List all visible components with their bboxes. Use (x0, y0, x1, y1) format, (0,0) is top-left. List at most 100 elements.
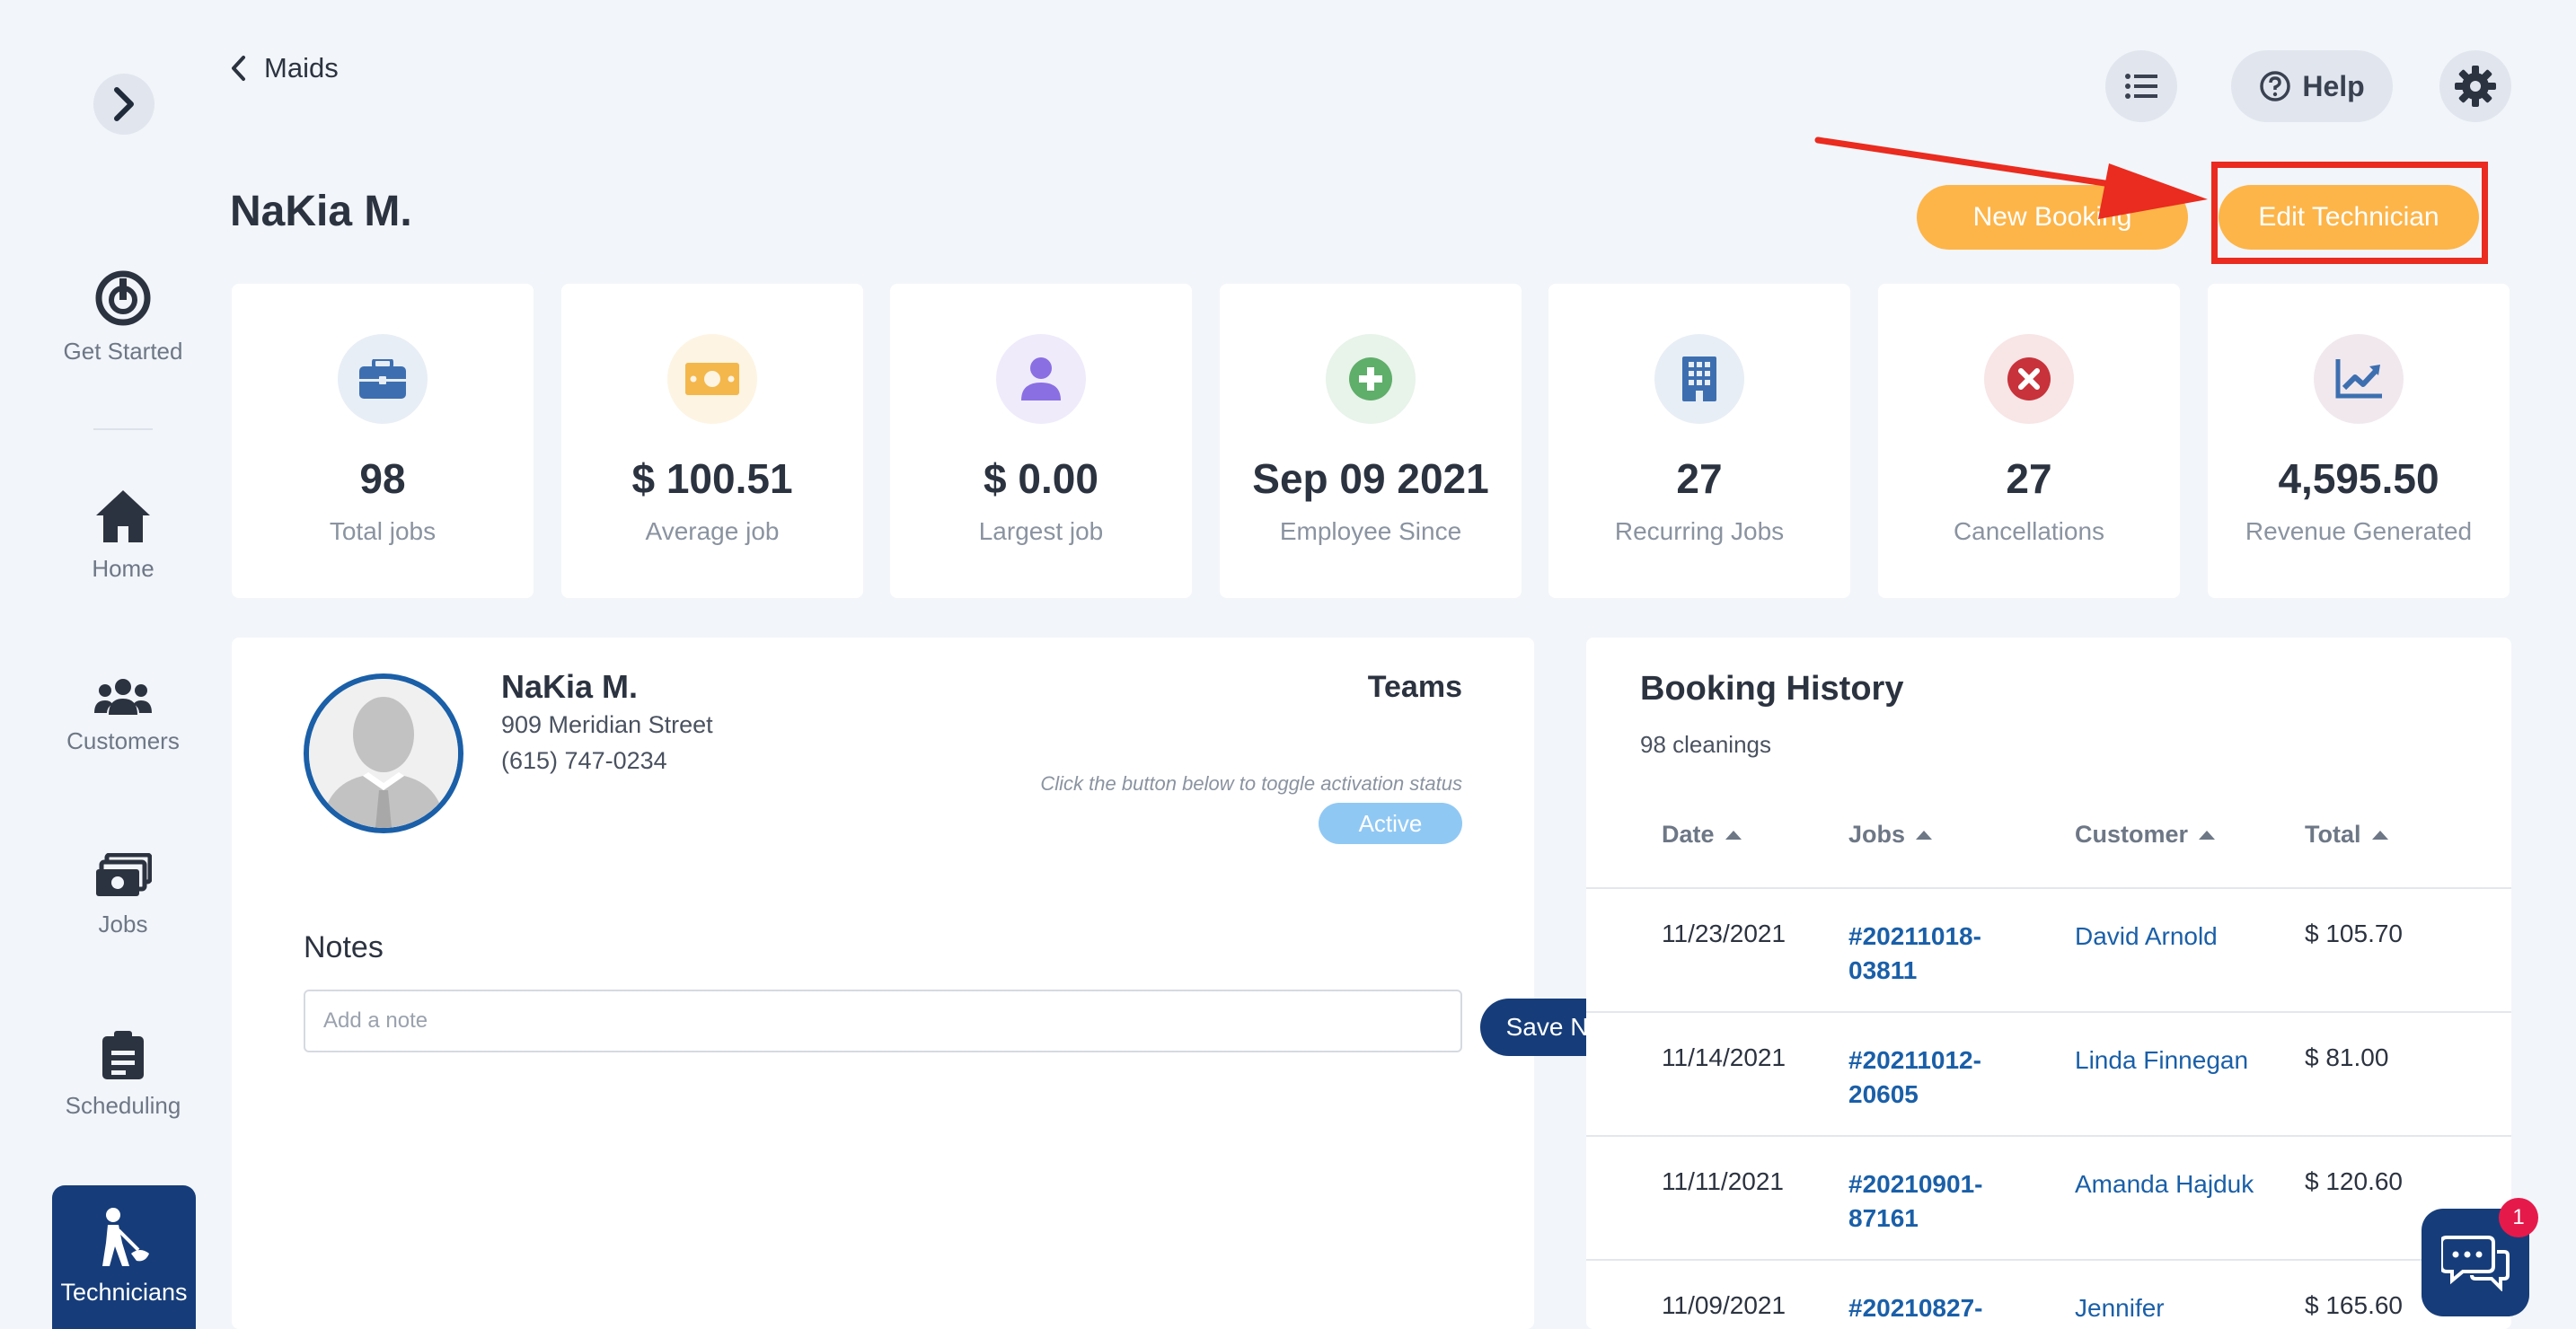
notes-heading: Notes (304, 930, 384, 964)
row-date: 11/14/2021 (1662, 1043, 1786, 1071)
sort-up-icon (1725, 830, 1742, 840)
activation-toggle-button[interactable]: Active (1319, 803, 1462, 844)
chevron-right-icon (114, 87, 134, 121)
help-label: Help (2302, 69, 2365, 102)
sidebar-item-technicians[interactable]: Technicians (52, 1185, 196, 1329)
cash-icon (685, 363, 739, 395)
sidebar-item-customers[interactable]: Customers (0, 677, 246, 755)
stat-value: $ 100.51 (631, 455, 793, 502)
stat-card-largest-job: $ 0.00 Largest job (890, 284, 1192, 598)
column-header-label: Total (2305, 821, 2361, 848)
teams-heading: Teams (1367, 670, 1462, 704)
column-header-label: Customer (2075, 821, 2189, 848)
stat-value: 27 (1676, 455, 1723, 502)
sidebar-item-label: Home (92, 555, 154, 582)
stat-card-recurring-jobs: 27 Recurring Jobs (1548, 284, 1850, 598)
row-job-link[interactable]: #20211018-03811 (1848, 920, 2010, 988)
toggle-hint: Click the button below to toggle activat… (1040, 772, 1462, 795)
chevron-left-icon (232, 56, 245, 81)
stat-value: 98 (359, 455, 406, 502)
sort-up-icon (2371, 830, 2388, 840)
stat-card-employee-since: Sep 09 2021 Employee Since (1220, 284, 1522, 598)
sidebar-item-home[interactable]: Home (0, 488, 246, 583)
x-circle-icon (2007, 357, 2051, 400)
technician-name: NaKia M. (501, 668, 639, 705)
sidebar: Get Started Home Customers Jobs Scheduli… (0, 0, 246, 1329)
annotation-arrow (1814, 136, 2208, 219)
expand-sidebar-button[interactable] (93, 74, 154, 135)
breadcrumb[interactable]: Maids (230, 52, 339, 84)
money-icon (96, 853, 152, 896)
chart-line-icon (2335, 359, 2382, 399)
question-circle-icon (2260, 71, 2291, 101)
row-job-link[interactable]: #20211012-20605 (1848, 1043, 2010, 1112)
sort-up-icon (1916, 830, 1933, 840)
row-job-link[interactable]: #20210827- (1848, 1291, 2010, 1325)
booking-history-title: Booking History (1640, 670, 1904, 708)
stat-card-revenue-generated: 4,595.50 Revenue Generated (2208, 284, 2510, 598)
stat-label: Largest job (978, 517, 1104, 545)
list-icon (2125, 74, 2157, 99)
table-row: 11/23/2021 #20211018-03811 David Arnold … (1586, 887, 2511, 1011)
help-button[interactable]: Help (2231, 50, 2393, 122)
sidebar-item-scheduling[interactable]: Scheduling (0, 1031, 246, 1120)
stat-value: Sep 09 2021 (1252, 455, 1489, 502)
row-customer-link[interactable]: Amanda Hajduk (2075, 1167, 2254, 1201)
person-silhouette-icon (309, 679, 458, 828)
stat-label: Employee Since (1279, 517, 1462, 545)
column-header-total[interactable]: Total (2305, 821, 2388, 849)
stat-label: Revenue Generated (2245, 517, 2473, 545)
stat-value: 4,595.50 (2278, 455, 2439, 502)
column-header-customer[interactable]: Customer (2075, 821, 2216, 849)
sidebar-item-label: Get Started (63, 338, 183, 365)
annotation-highlight-box (2211, 162, 2488, 264)
technician-icon (102, 1208, 149, 1266)
list-view-button[interactable] (2105, 50, 2177, 122)
breadcrumb-label: Maids (264, 52, 339, 84)
sidebar-item-get-started[interactable]: Get Started (0, 269, 246, 365)
stat-card-cancellations: 27 Cancellations (1878, 284, 2180, 598)
stat-icon-circle (667, 334, 757, 424)
row-customer-link[interactable]: David Arnold (2075, 920, 2254, 954)
chat-bubbles-icon (2441, 1236, 2510, 1291)
technician-phone: (615) 747-0234 (501, 747, 667, 774)
row-customer-link[interactable]: Linda Finnegan (2075, 1043, 2254, 1078)
avatar (304, 673, 463, 833)
sidebar-item-label: Customers (66, 727, 180, 754)
column-header-label: Date (1662, 821, 1715, 848)
power-icon (95, 270, 151, 326)
chat-notification-badge: 1 (2499, 1198, 2538, 1237)
settings-button[interactable] (2439, 50, 2511, 122)
clipboard-icon (102, 1031, 144, 1079)
technician-profile-panel: NaKia M. 909 Meridian Street (615) 747-0… (232, 638, 1649, 1329)
row-job-link[interactable]: #20210901-87161 (1848, 1167, 2010, 1236)
sort-up-icon (2199, 830, 2216, 840)
technician-address: 909 Meridian Street (501, 711, 713, 738)
briefcase-icon (359, 359, 406, 399)
booking-history-count: 98 cleanings (1640, 731, 1771, 758)
stat-label: Cancellations (1953, 517, 2105, 545)
note-input[interactable] (304, 990, 1462, 1052)
row-total: $ 81.00 (2305, 1043, 2389, 1071)
stat-icon-circle (996, 334, 1086, 424)
sidebar-item-label: Technicians (60, 1279, 188, 1306)
users-icon (94, 679, 152, 715)
row-customer-link[interactable]: Jennifer (2075, 1291, 2254, 1325)
column-header-jobs[interactable]: Jobs (1848, 821, 1933, 849)
table-row: 11/14/2021 #20211012-20605 Linda Finnega… (1586, 1011, 2511, 1135)
row-date: 11/09/2021 (1662, 1291, 1786, 1319)
sidebar-item-label: Scheduling (65, 1092, 181, 1119)
table-header: Date Jobs Customer Total (1586, 808, 2511, 862)
column-header-label: Jobs (1848, 821, 1906, 848)
row-total: $ 165.60 (2305, 1291, 2403, 1319)
sidebar-item-jobs[interactable]: Jobs (0, 853, 246, 938)
stat-icon-circle (2314, 334, 2404, 424)
column-header-date[interactable]: Date (1662, 821, 1742, 849)
plus-circle-icon (1349, 357, 1392, 400)
stat-icon-circle (1654, 334, 1744, 424)
stat-icon-circle (338, 334, 428, 424)
stat-value: $ 0.00 (984, 455, 1098, 502)
row-date: 11/11/2021 (1662, 1167, 1784, 1195)
stat-icon-circle (1984, 334, 2074, 424)
stat-label: Average job (645, 517, 780, 545)
